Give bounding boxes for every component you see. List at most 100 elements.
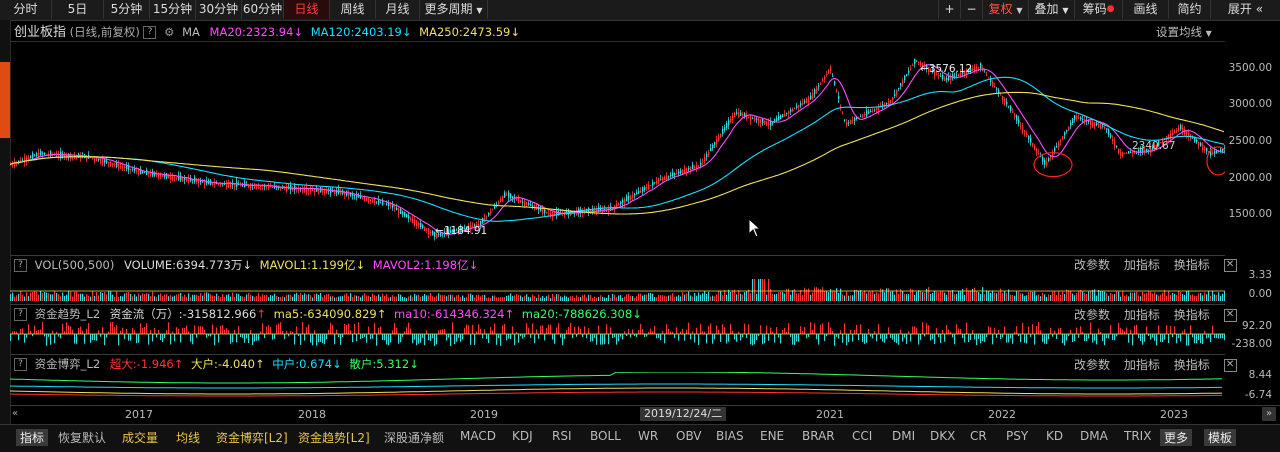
flow-bar	[816, 334, 818, 340]
help-icon[interactable]: ?	[14, 308, 27, 321]
candle-body	[266, 186, 268, 188]
period-tab-monthly[interactable]: 月线	[376, 0, 420, 19]
volume-bar	[906, 294, 908, 301]
indicator-macd[interactable]: MACD	[460, 429, 496, 443]
candle-body	[710, 148, 712, 151]
flow-bar	[414, 334, 416, 340]
zoom-in-button[interactable]: +	[938, 0, 960, 19]
period-tab-weekly[interactable]: 周线	[330, 0, 376, 19]
game-chart[interactable]	[10, 372, 1225, 404]
volume-bar	[746, 291, 748, 301]
indicator-dkx[interactable]: DKX	[930, 429, 955, 443]
simple-button[interactable]: 简约	[1168, 0, 1210, 19]
edit-params-button[interactable]: 改参数	[1074, 308, 1110, 322]
more-indicators-button[interactable]: 更多	[1160, 429, 1193, 446]
flow-bar	[562, 334, 564, 346]
period-tab-60min[interactable]: 60分钟	[242, 0, 284, 19]
volume-bar	[1064, 293, 1066, 301]
add-indicator-button[interactable]: 加指标	[1124, 258, 1160, 272]
adjust-button[interactable]: 复权 ▼	[982, 0, 1028, 19]
volume-bar	[1182, 294, 1184, 301]
template-button[interactable]: 模板	[1204, 429, 1237, 446]
overlay-button[interactable]: 叠加 ▼	[1028, 0, 1074, 19]
candle-body	[1032, 143, 1034, 146]
period-tab-5day[interactable]: 5日	[52, 0, 104, 19]
switch-indicator-button[interactable]: 换指标	[1174, 258, 1210, 272]
add-indicator-button[interactable]: 加指标	[1124, 358, 1160, 372]
edit-params-button[interactable]: 改参数	[1074, 258, 1110, 272]
kline-chart[interactable]	[10, 42, 1225, 254]
indicator-tab[interactable]: 指标	[16, 429, 49, 446]
volume-bar	[286, 295, 288, 301]
candle-body	[700, 162, 702, 166]
indicator-fund-trend[interactable]: 资金趋势[L2]	[298, 429, 370, 446]
indicator-ene[interactable]: ENE	[760, 429, 784, 443]
ma-settings-button[interactable]: 设置均线 ▼	[1156, 24, 1212, 40]
period-tab-intraday[interactable]: 分时	[0, 0, 52, 19]
volume-bar	[1148, 290, 1150, 301]
candle-body	[854, 117, 856, 121]
candle-body	[728, 120, 730, 125]
flow-bar	[344, 323, 346, 334]
switch-indicator-button[interactable]: 换指标	[1174, 308, 1210, 322]
scroll-right-icon[interactable]: »	[1262, 407, 1276, 421]
candle-body	[286, 186, 288, 192]
indicator-rsi[interactable]: RSI	[552, 429, 572, 443]
indicator-cr[interactable]: CR	[970, 429, 987, 443]
period-tab-15min[interactable]: 15分钟	[150, 0, 196, 19]
draw-button[interactable]: 画线	[1122, 0, 1168, 19]
indicator-dmi[interactable]: DMI	[892, 429, 915, 443]
indicator-fund-game[interactable]: 资金博弈[L2]	[216, 429, 288, 446]
arrow-up-icon: ↑	[255, 357, 265, 371]
flow-bar	[420, 334, 422, 343]
switch-indicator-button[interactable]: 换指标	[1174, 358, 1210, 372]
flow-bar	[314, 330, 316, 334]
indicator-wr[interactable]: WR	[638, 429, 658, 443]
indicator-boll[interactable]: BOLL	[590, 429, 621, 443]
flow-bar	[512, 326, 514, 334]
volume-chart[interactable]	[10, 274, 1225, 302]
indicator-northbound[interactable]: 深股通净额	[384, 429, 444, 446]
zoom-out-button[interactable]: −	[960, 0, 982, 19]
flow-chart[interactable]	[10, 322, 1225, 352]
side-tab-highlight[interactable]	[0, 62, 10, 138]
help-icon[interactable]: ?	[143, 26, 157, 39]
flow-bar	[84, 334, 86, 344]
edit-params-button[interactable]: 改参数	[1074, 358, 1110, 372]
volume-bar	[176, 294, 178, 301]
settings-gear-icon[interactable]: ⚙	[164, 25, 174, 39]
flow-bar	[708, 326, 710, 334]
scroll-left-icon[interactable]: «	[12, 408, 18, 419]
period-tab-30min[interactable]: 30分钟	[196, 0, 242, 19]
candle-body	[938, 75, 940, 76]
flow-bar	[686, 329, 688, 334]
help-icon[interactable]: ?	[14, 358, 27, 371]
indicator-bias[interactable]: BIAS	[716, 429, 744, 443]
expand-button[interactable]: 展开 «	[1210, 0, 1280, 19]
flow-bar	[766, 325, 768, 334]
period-tab-daily[interactable]: 日线	[284, 0, 330, 19]
indicator-psy[interactable]: PSY	[1006, 429, 1028, 443]
flow-bar	[1042, 334, 1044, 342]
indicator-dma[interactable]: DMA	[1080, 429, 1108, 443]
candle-body	[726, 123, 728, 128]
add-indicator-button[interactable]: 加指标	[1124, 308, 1160, 322]
indicator-kdj[interactable]: KDJ	[512, 429, 533, 443]
flow-bar	[1216, 334, 1218, 338]
flow-bar	[784, 327, 786, 334]
indicator-obv[interactable]: OBV	[676, 429, 702, 443]
indicator-cci[interactable]: CCI	[852, 429, 872, 443]
indicator-trix[interactable]: TRIX	[1124, 429, 1151, 443]
indicator-ma[interactable]: 均线	[176, 429, 200, 446]
period-tab-more[interactable]: 更多周期 ▼	[420, 0, 488, 19]
indicator-brar[interactable]: BRAR	[802, 429, 835, 443]
arrow-up-icon: ↑	[504, 307, 515, 321]
flow-bar	[422, 334, 424, 338]
reset-default-button[interactable]: 恢复默认	[58, 429, 106, 446]
indicator-volume[interactable]: 成交量	[122, 429, 158, 446]
flow-bar	[756, 334, 758, 340]
help-icon[interactable]: ?	[14, 259, 27, 272]
indicator-kd[interactable]: KD	[1046, 429, 1063, 443]
period-tab-5min[interactable]: 5分钟	[104, 0, 150, 19]
chips-button[interactable]: 筹码●	[1074, 0, 1122, 19]
